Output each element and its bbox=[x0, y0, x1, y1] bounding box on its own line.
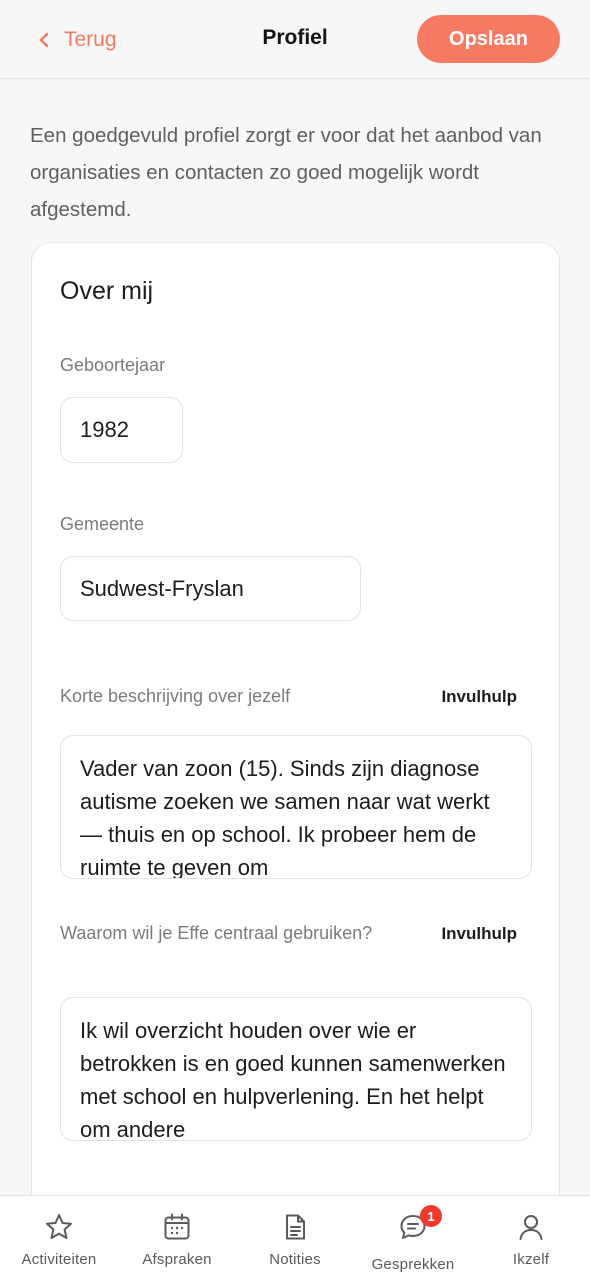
reason-textarea[interactable]: Ik wil overzicht houden over wie er betr… bbox=[60, 997, 532, 1141]
person-icon bbox=[519, 1215, 543, 1240]
document-icon bbox=[286, 1214, 305, 1240]
tab-label: Notities bbox=[269, 1251, 321, 1268]
intro-text: Een goedgevuld profiel zorgt er voor dat… bbox=[30, 124, 542, 221]
top-bar: Terug Profiel Opslaan bbox=[0, 0, 590, 79]
municipality-label: Gemeente bbox=[60, 514, 145, 534]
tab-label: Afspraken bbox=[142, 1251, 212, 1268]
unread-badge: 1 bbox=[420, 1205, 442, 1227]
tab-label: Gesprekken bbox=[371, 1256, 455, 1273]
tab-label: Ikzelf bbox=[512, 1251, 550, 1268]
birth-year-value: 1982 bbox=[80, 417, 129, 442]
municipality-value: Sudwest-Fryslan bbox=[80, 575, 244, 601]
description-helper-link[interactable]: Invulhulp bbox=[441, 687, 517, 707]
tab-gesprekken[interactable]: 1 Gesprekken bbox=[354, 1205, 472, 1273]
tab-activiteiten[interactable]: Activiteiten bbox=[0, 1212, 118, 1268]
municipality-field[interactable]: Sudwest-Fryslan bbox=[60, 556, 361, 621]
tab-notities[interactable]: Notities bbox=[236, 1212, 354, 1268]
tab-label: Activiteiten bbox=[21, 1251, 97, 1268]
tab-afspraken[interactable]: Afspraken bbox=[118, 1212, 236, 1268]
card-title: Over mij bbox=[60, 277, 154, 305]
birth-year-label: Geboortejaar bbox=[60, 355, 166, 375]
birth-year-field[interactable]: 1982 bbox=[60, 397, 183, 463]
reason-label: Waarom wil je Effe centraal gebruiken? bbox=[60, 923, 373, 943]
description-textarea[interactable]: Vader van zoon (15). Sinds zijn diagnose… bbox=[60, 735, 532, 879]
about-me-card: Over mij Geboortejaar 1982 Gemeente Sudw… bbox=[31, 242, 560, 1242]
reason-helper-link[interactable]: Invulhulp bbox=[441, 924, 517, 944]
star-icon bbox=[46, 1214, 72, 1239]
tab-ikzelf[interactable]: Ikzelf bbox=[472, 1212, 590, 1268]
description-value: Vader van zoon (15). Sinds zijn diagnose… bbox=[80, 756, 490, 879]
bottom-tab-bar: Activiteiten Afspraken Notities 1 Gespre… bbox=[0, 1195, 590, 1279]
calendar-icon bbox=[164, 1213, 190, 1240]
description-label: Korte beschrijving over jezelf bbox=[60, 686, 291, 706]
save-button[interactable]: Opslaan bbox=[417, 15, 560, 63]
reason-value: Ik wil overzicht houden over wie er betr… bbox=[80, 1018, 506, 1141]
